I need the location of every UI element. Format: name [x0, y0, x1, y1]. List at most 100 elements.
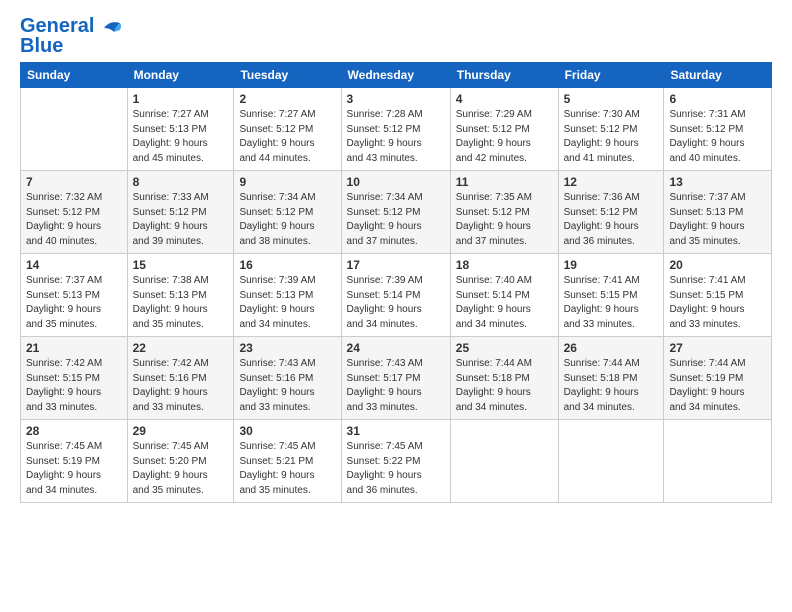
calendar-table: SundayMondayTuesdayWednesdayThursdayFrid…: [20, 62, 772, 503]
day-number: 13: [669, 175, 766, 189]
day-info: Sunrise: 7:32 AM Sunset: 5:12 PM Dayligh…: [26, 191, 122, 249]
day-info: Sunrise: 7:45 AM Sunset: 5:20 PM Dayligh…: [133, 440, 229, 498]
day-cell: 5 Sunrise: 7:30 AM Sunset: 5:12 PM Daylig…: [558, 88, 664, 171]
weekday-thursday: Thursday: [450, 63, 558, 88]
page-header: General Blue: [20, 16, 772, 56]
day-number: 28: [26, 424, 122, 438]
day-cell: 30 Sunrise: 7:45 AM Sunset: 5:21 PM Dayli…: [234, 420, 341, 503]
day-info: Sunrise: 7:31 AM Sunset: 5:12 PM Dayligh…: [669, 108, 766, 166]
day-number: 2: [239, 92, 335, 106]
weekday-friday: Friday: [558, 63, 664, 88]
day-number: 23: [239, 341, 335, 355]
day-cell: 20Sunrise: 7:41 AM Sunset: 5:15 PM Dayli…: [664, 254, 772, 337]
day-info: Sunrise: 7:36 AM Sunset: 5:12 PM Dayligh…: [564, 191, 659, 249]
weekday-tuesday: Tuesday: [234, 63, 341, 88]
day-cell: 14Sunrise: 7:37 AM Sunset: 5:13 PM Dayli…: [21, 254, 128, 337]
day-number: 20: [669, 258, 766, 272]
logo-general: General: [20, 15, 94, 37]
day-cell: 21 Sunrise: 7:42 AM Sunset: 5:15 PM Dayli…: [21, 337, 128, 420]
day-number: 1: [133, 92, 229, 106]
day-number: 15: [133, 258, 229, 272]
logo-bird-icon: [102, 18, 124, 36]
day-info: Sunrise: 7:34 AM Sunset: 5:12 PM Dayligh…: [239, 191, 335, 249]
day-cell: 2Sunrise: 7:27 AM Sunset: 5:12 PM Daylig…: [234, 88, 341, 171]
day-number: 11: [456, 175, 553, 189]
day-info: Sunrise: 7:45 AM Sunset: 5:22 PM Dayligh…: [347, 440, 445, 498]
day-cell: 11Sunrise: 7:35 AM Sunset: 5:12 PM Dayli…: [450, 171, 558, 254]
day-cell: 7 Sunrise: 7:32 AM Sunset: 5:12 PM Daylig…: [21, 171, 128, 254]
day-info: Sunrise: 7:39 AM Sunset: 5:14 PM Dayligh…: [347, 274, 445, 332]
logo-blue: Blue: [20, 36, 124, 56]
day-number: 7: [26, 175, 122, 189]
day-cell: 18 Sunrise: 7:40 AM Sunset: 5:14 PM Dayli…: [450, 254, 558, 337]
weekday-header-row: SundayMondayTuesdayWednesdayThursdayFrid…: [21, 63, 772, 88]
day-info: Sunrise: 7:33 AM Sunset: 5:12 PM Dayligh…: [133, 191, 229, 249]
day-cell: 26Sunrise: 7:44 AM Sunset: 5:18 PM Dayli…: [558, 337, 664, 420]
weekday-sunday: Sunday: [21, 63, 128, 88]
day-info: Sunrise: 7:27 AM Sunset: 5:13 PM Dayligh…: [133, 108, 229, 166]
day-info: Sunrise: 7:29 AM Sunset: 5:12 PM Dayligh…: [456, 108, 553, 166]
day-info: Sunrise: 7:44 AM Sunset: 5:18 PM Dayligh…: [456, 357, 553, 415]
day-cell: [450, 420, 558, 503]
day-number: 12: [564, 175, 659, 189]
day-cell: 12 Sunrise: 7:36 AM Sunset: 5:12 PM Dayli…: [558, 171, 664, 254]
day-cell: [664, 420, 772, 503]
day-number: 9: [239, 175, 335, 189]
day-cell: [558, 420, 664, 503]
day-info: Sunrise: 7:28 AM Sunset: 5:12 PM Dayligh…: [347, 108, 445, 166]
day-number: 19: [564, 258, 659, 272]
weekday-monday: Monday: [127, 63, 234, 88]
weekday-wednesday: Wednesday: [341, 63, 450, 88]
day-info: Sunrise: 7:37 AM Sunset: 5:13 PM Dayligh…: [669, 191, 766, 249]
day-info: Sunrise: 7:45 AM Sunset: 5:19 PM Dayligh…: [26, 440, 122, 498]
day-info: Sunrise: 7:40 AM Sunset: 5:14 PM Dayligh…: [456, 274, 553, 332]
day-number: 10: [347, 175, 445, 189]
day-number: 5: [564, 92, 659, 106]
day-number: 27: [669, 341, 766, 355]
day-info: Sunrise: 7:44 AM Sunset: 5:19 PM Dayligh…: [669, 357, 766, 415]
day-number: 14: [26, 258, 122, 272]
weekday-saturday: Saturday: [664, 63, 772, 88]
day-number: 6: [669, 92, 766, 106]
day-number: 29: [133, 424, 229, 438]
day-cell: 9 Sunrise: 7:34 AM Sunset: 5:12 PM Daylig…: [234, 171, 341, 254]
day-info: Sunrise: 7:41 AM Sunset: 5:15 PM Dayligh…: [564, 274, 659, 332]
day-number: 24: [347, 341, 445, 355]
day-cell: 31 Sunrise: 7:45 AM Sunset: 5:22 PM Dayli…: [341, 420, 450, 503]
day-number: 21: [26, 341, 122, 355]
day-number: 17: [347, 258, 445, 272]
day-info: Sunrise: 7:42 AM Sunset: 5:16 PM Dayligh…: [133, 357, 229, 415]
day-number: 4: [456, 92, 553, 106]
day-info: Sunrise: 7:30 AM Sunset: 5:12 PM Dayligh…: [564, 108, 659, 166]
day-number: 31: [347, 424, 445, 438]
day-number: 22: [133, 341, 229, 355]
logo: General Blue: [20, 16, 124, 56]
day-cell: [21, 88, 128, 171]
day-info: Sunrise: 7:45 AM Sunset: 5:21 PM Dayligh…: [239, 440, 335, 498]
week-row-5: 28 Sunrise: 7:45 AM Sunset: 5:19 PM Dayli…: [21, 420, 772, 503]
day-number: 8: [133, 175, 229, 189]
day-cell: 8 Sunrise: 7:33 AM Sunset: 5:12 PM Daylig…: [127, 171, 234, 254]
day-cell: 24 Sunrise: 7:43 AM Sunset: 5:17 PM Dayli…: [341, 337, 450, 420]
day-cell: 27 Sunrise: 7:44 AM Sunset: 5:19 PM Dayli…: [664, 337, 772, 420]
day-number: 16: [239, 258, 335, 272]
day-info: Sunrise: 7:43 AM Sunset: 5:17 PM Dayligh…: [347, 357, 445, 415]
week-row-3: 14Sunrise: 7:37 AM Sunset: 5:13 PM Dayli…: [21, 254, 772, 337]
day-number: 30: [239, 424, 335, 438]
day-cell: 4 Sunrise: 7:29 AM Sunset: 5:12 PM Daylig…: [450, 88, 558, 171]
day-cell: 17 Sunrise: 7:39 AM Sunset: 5:14 PM Dayli…: [341, 254, 450, 337]
day-info: Sunrise: 7:43 AM Sunset: 5:16 PM Dayligh…: [239, 357, 335, 415]
week-row-4: 21 Sunrise: 7:42 AM Sunset: 5:15 PM Dayli…: [21, 337, 772, 420]
day-cell: 16Sunrise: 7:39 AM Sunset: 5:13 PM Dayli…: [234, 254, 341, 337]
day-number: 3: [347, 92, 445, 106]
day-cell: 1 Sunrise: 7:27 AM Sunset: 5:13 PM Daylig…: [127, 88, 234, 171]
day-cell: 3 Sunrise: 7:28 AM Sunset: 5:12 PM Daylig…: [341, 88, 450, 171]
day-info: Sunrise: 7:42 AM Sunset: 5:15 PM Dayligh…: [26, 357, 122, 415]
day-cell: 13 Sunrise: 7:37 AM Sunset: 5:13 PM Dayli…: [664, 171, 772, 254]
day-number: 18: [456, 258, 553, 272]
day-cell: 28 Sunrise: 7:45 AM Sunset: 5:19 PM Dayli…: [21, 420, 128, 503]
week-row-2: 7 Sunrise: 7:32 AM Sunset: 5:12 PM Daylig…: [21, 171, 772, 254]
day-cell: 19 Sunrise: 7:41 AM Sunset: 5:15 PM Dayli…: [558, 254, 664, 337]
day-info: Sunrise: 7:34 AM Sunset: 5:12 PM Dayligh…: [347, 191, 445, 249]
day-info: Sunrise: 7:38 AM Sunset: 5:13 PM Dayligh…: [133, 274, 229, 332]
